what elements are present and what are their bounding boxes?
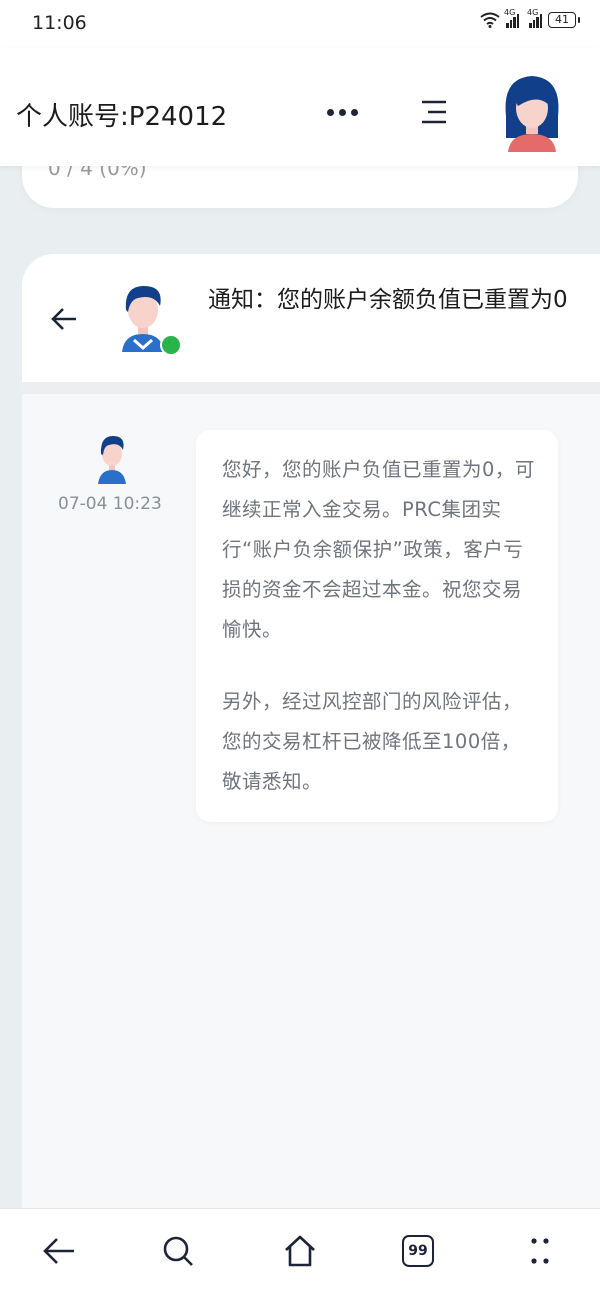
- bottom-navigation: 99: [0, 1208, 600, 1295]
- more-dots-icon: [531, 1238, 549, 1264]
- back-arrow-icon[interactable]: [50, 304, 80, 334]
- divider: [22, 382, 600, 394]
- nav-home-button[interactable]: [280, 1231, 320, 1271]
- avatar[interactable]: [500, 72, 564, 152]
- battery-icon: 41: [548, 12, 580, 28]
- network-type-label: 4G: [504, 8, 516, 17]
- search-icon: [163, 1236, 193, 1266]
- nav-back-button[interactable]: [40, 1231, 80, 1271]
- message-paragraph-2: 另外，经过风控部门的风险评估，您的交易杠杆已被降低至100倍，敬请悉知。: [222, 690, 523, 793]
- home-icon: [285, 1235, 315, 1267]
- signal-icon: 4G: [527, 8, 542, 28]
- notification-title: 通知：您的账户余额负值已重置为0: [208, 287, 568, 313]
- more-icon[interactable]: [322, 100, 362, 124]
- notification-header: 通知：您的账户余额负值已重置为0: [22, 254, 600, 382]
- status-bar: 11:06 4G 4G 41: [0, 0, 600, 48]
- online-status-dot: [160, 334, 182, 356]
- back-arrow-icon: [43, 1238, 74, 1264]
- tabs-icon: 99: [402, 1235, 434, 1267]
- nav-search-button[interactable]: [158, 1231, 198, 1271]
- message-bubble: 您好，您的账户负值已重置为0，可继续正常入金交易。PRC集团实行“账户负余额保护…: [196, 430, 558, 822]
- message-timestamp: 07-04 10:23: [58, 494, 162, 514]
- message-sender-avatar: [98, 436, 126, 484]
- status-time: 11:06: [32, 12, 87, 34]
- menu-icon[interactable]: [418, 96, 450, 128]
- network-type-label: 4G: [527, 8, 539, 17]
- status-icons: 4G 4G 41: [480, 8, 580, 28]
- notification-panel: 通知：您的账户余额负值已重置为0 07-04 10:23 您好，您的账户负值已重…: [22, 254, 600, 1214]
- message-paragraph-1: 您好，您的账户负值已重置为0，可继续正常入金交易。PRC集团实行“账户负余额保护…: [222, 458, 535, 641]
- nav-more-button[interactable]: [520, 1231, 560, 1271]
- account-title: 个人账号:P24012: [16, 102, 228, 132]
- signal-icon: 4G: [504, 8, 519, 28]
- wifi-icon: [480, 12, 500, 28]
- nav-tabs-button[interactable]: 99: [398, 1231, 438, 1271]
